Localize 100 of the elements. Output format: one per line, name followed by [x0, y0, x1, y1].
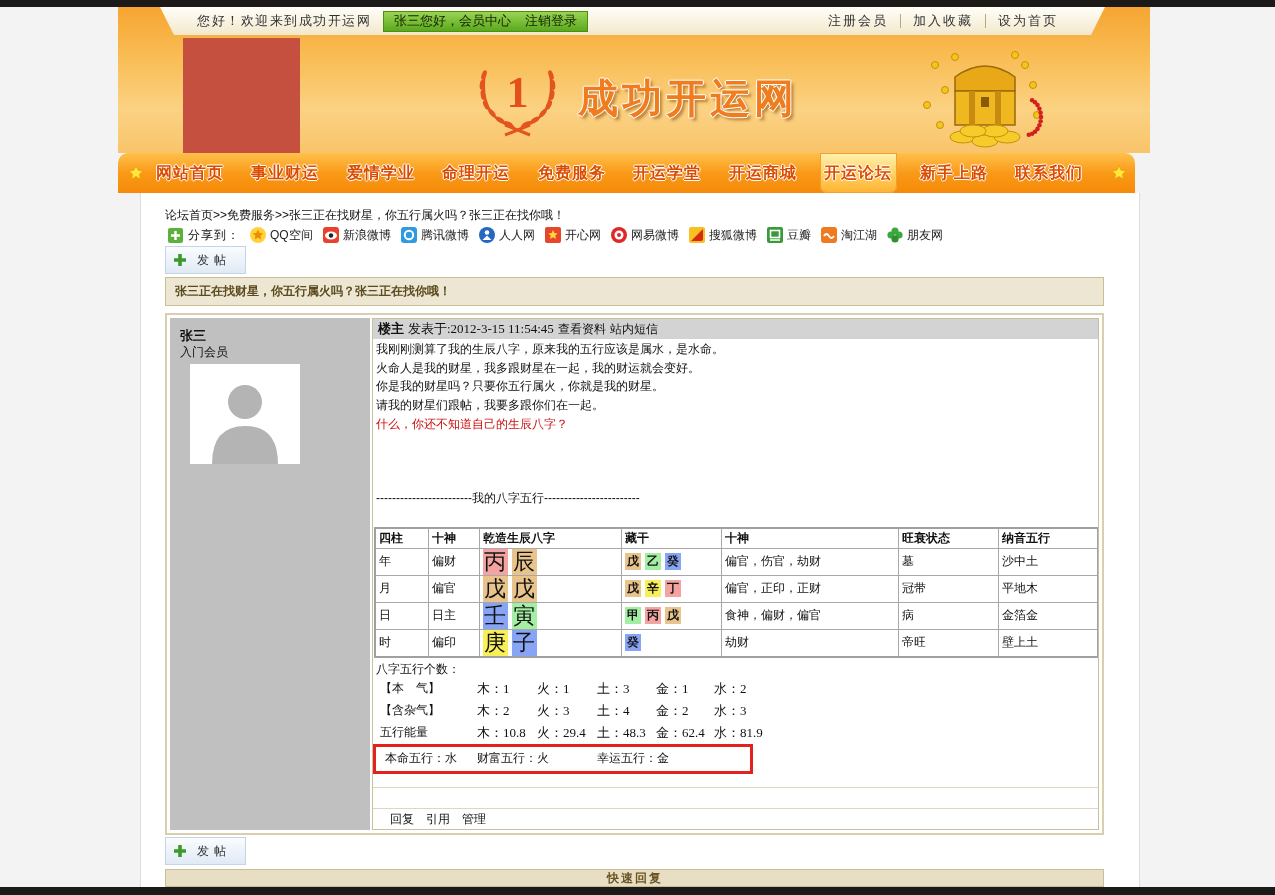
eye-icon: [322, 227, 339, 243]
count-value: 木：2: [477, 701, 511, 720]
table-cell: 墓: [898, 548, 998, 575]
count-label: 五行能量: [380, 724, 429, 741]
post-header-link[interactable]: 站内短信: [609, 320, 658, 338]
breadcrumb-links[interactable]: 论坛首页>>免费服务>>张三正在找财星，你五行属火吗？张三正在找你哦！: [165, 208, 1104, 222]
thread-title: 张三正在找财星，你五行属火吗？张三正在找你哦！: [165, 277, 1104, 306]
split-tile-icon: [688, 227, 705, 243]
section-heading: ------------------------我的八字五行------------------------: [376, 489, 641, 507]
new-post-button[interactable]: 发 帖: [165, 837, 246, 865]
hidden-stem-character: 癸: [624, 634, 641, 651]
bazi-character: 丙: [482, 548, 508, 575]
count-value: 火：1: [537, 679, 571, 698]
hidden-stem-character: 丁: [664, 580, 681, 597]
table-cell: 月: [375, 575, 428, 602]
post-paragraph: 你是我的财星吗？只要你五行属火，你就是我的财星。: [376, 378, 665, 396]
quick-reply-heading: 快速回复: [165, 869, 1104, 887]
count-value: 土：3: [597, 679, 631, 698]
top-link[interactable]: 加入收藏: [900, 14, 985, 28]
username: 张三: [180, 328, 207, 344]
member-link[interactable]: 注销登录: [525, 12, 577, 30]
hidden-stem-character: 戊: [624, 580, 641, 597]
count-value: 木：10.8: [477, 723, 527, 742]
logo-number: 1: [506, 73, 529, 113]
share-link[interactable]: 网易微博: [610, 226, 679, 244]
star-icon: [250, 227, 266, 243]
column-header: 四柱: [375, 527, 428, 548]
frame-tile-icon: [766, 227, 783, 243]
table-cell: 食神，偏财，偏官: [721, 602, 898, 629]
share-link[interactable]: 搜狐微博: [688, 226, 757, 244]
count-label: 【含杂气】: [380, 702, 441, 719]
share-label: 分享到：: [188, 226, 240, 244]
count-value: 金：2: [656, 701, 690, 720]
bazi-character: 庚: [482, 629, 508, 656]
top-link[interactable]: 注册会员: [816, 14, 900, 28]
count-value: 水：81.9: [714, 723, 764, 742]
table-cell: 偏财: [428, 548, 479, 575]
plus-icon: [174, 845, 186, 857]
wave-tile-icon: [820, 227, 837, 243]
hidden-stem-character: 戊: [664, 607, 681, 624]
share-link[interactable]: 开心网: [544, 226, 601, 244]
table-cell: 偏官，伤官，劫财: [721, 548, 898, 575]
share-link[interactable]: 豆瓣: [766, 226, 811, 244]
share-link[interactable]: 淘江湖: [820, 226, 877, 244]
share-link[interactable]: 新浪微博: [322, 226, 391, 244]
column-header: 十神: [721, 527, 898, 548]
star-tile-icon: [544, 227, 561, 243]
share-link[interactable]: 人人网: [478, 226, 535, 244]
share-link[interactable]: 朋友网: [886, 226, 943, 244]
hidden-stem-character: 甲: [624, 607, 641, 624]
bazi-character: 寅: [511, 602, 537, 629]
post-header-link[interactable]: 查看资料: [557, 320, 606, 338]
count-value: 土：4: [597, 701, 631, 720]
bazi-character: 辰: [511, 548, 537, 575]
hidden-stem-character: 乙: [644, 553, 661, 570]
top-link[interactable]: 设为首页: [985, 14, 1070, 28]
member-rank: 入门会员: [180, 344, 229, 360]
plus-icon: [168, 227, 183, 243]
column-header: 乾造生辰八字: [479, 527, 621, 548]
count-value: 木：1: [477, 679, 511, 698]
count-value: 火：3: [537, 701, 571, 720]
hidden-stem-character: 癸: [664, 553, 681, 570]
post-action-link[interactable]: 管理: [462, 810, 486, 828]
bazi-character: 戊: [482, 575, 508, 602]
table-cell: 冠带: [898, 575, 998, 602]
hidden-stem-character: 辛: [644, 580, 661, 597]
counts-heading: 八字五行个数：: [376, 660, 461, 678]
ring-icon: [400, 227, 417, 243]
member-link[interactable]: 张三您好，会员中心: [394, 12, 511, 30]
count-value: 金：62.4: [656, 723, 706, 742]
bazi-character: 戊: [511, 575, 537, 602]
post-action-link[interactable]: 引用: [426, 810, 450, 828]
post-action-link[interactable]: 回复: [390, 810, 414, 828]
post-paragraph: 火命人是我的财星，我多跟财星在一起，我的财运就会变好。: [376, 359, 701, 377]
count-value: 金：1: [656, 679, 690, 698]
count-value: 水：2: [714, 679, 748, 698]
post-time: 发表于:2012-3-15 11:54:45: [408, 320, 554, 338]
person-icon: [478, 227, 495, 243]
clover-icon: [886, 227, 903, 243]
star-icon: [1111, 165, 1127, 181]
count-value: 土：48.3: [597, 723, 647, 742]
share-link[interactable]: 腾讯微博: [400, 226, 469, 244]
column-header: 旺衰状态: [898, 527, 998, 548]
share-link[interactable]: QQ空间: [250, 226, 313, 244]
summary-text: 本命五行：水: [385, 750, 458, 767]
floor-label: 楼主: [378, 320, 404, 338]
greeting-text: 您好！欢迎来到成功开运网: [197, 12, 371, 30]
table-cell: 日主: [428, 602, 479, 629]
hidden-stem-character: 戊: [624, 553, 641, 570]
logo-text: 成功开运网: [578, 75, 798, 123]
target-icon: [610, 227, 627, 243]
table-cell: 年: [375, 548, 428, 575]
summary-text: 幸运五行：金: [597, 750, 670, 767]
table-cell: 偏官，正印，正财: [721, 575, 898, 602]
post-paragraph: 请我的财星们跟帖，我要多跟你们在一起。: [376, 397, 605, 415]
new-post-button[interactable]: 发 帖: [165, 246, 246, 274]
table-cell: 偏官: [428, 575, 479, 602]
count-value: 火：29.4: [537, 723, 587, 742]
column-header: 十神: [428, 527, 479, 548]
plus-icon: [174, 254, 186, 266]
